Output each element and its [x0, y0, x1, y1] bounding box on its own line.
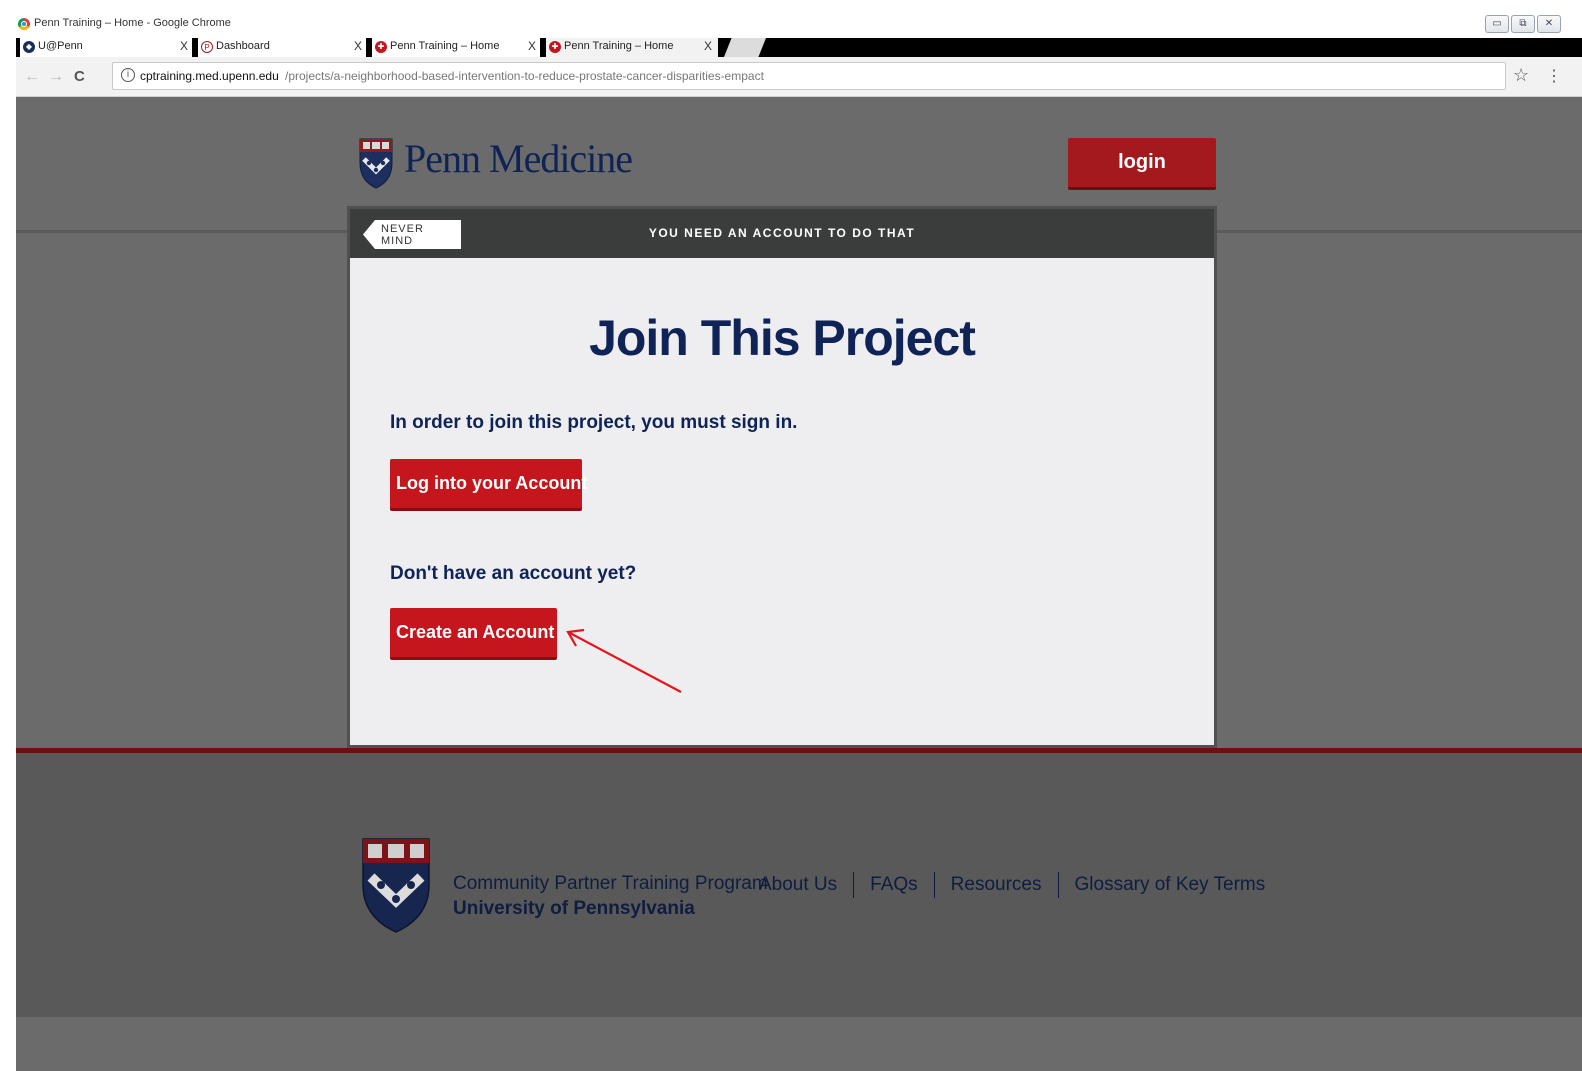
- tab-strip: ◆ U@Penn X P Dashboard X ✚ Penn Training…: [16, 38, 1582, 57]
- footer-separator: [853, 872, 855, 898]
- reload-icon[interactable]: C: [74, 68, 85, 85]
- create-account-button[interactable]: Create an Account: [390, 608, 557, 660]
- tab-label: Penn Training – Home: [564, 40, 674, 52]
- window-title: Penn Training – Home - Google Chrome: [34, 17, 231, 29]
- modal-header-text: YOU NEED AN ACCOUNT TO DO THAT: [648, 226, 916, 240]
- bookmark-star-icon[interactable]: ☆: [1513, 65, 1529, 86]
- penn-shield-logo-icon: [359, 138, 393, 189]
- join-project-modal: NEVER MIND YOU NEED AN ACCOUNT TO DO THA…: [350, 209, 1214, 745]
- tab-close-icon[interactable]: X: [180, 38, 188, 55]
- new-tab-button[interactable]: [724, 38, 766, 57]
- p-logo-icon: P: [201, 41, 213, 53]
- footer: Community Partner Training Program Unive…: [16, 753, 1582, 1017]
- tab-close-icon[interactable]: X: [704, 38, 712, 55]
- footer-separator: [1057, 872, 1059, 898]
- tab-u-at-penn[interactable]: ◆ U@Penn X: [20, 38, 192, 57]
- browser-toolbar: ← → C i cptraining.med.upenn.edu /projec…: [16, 57, 1582, 97]
- tab-label: Penn Training – Home: [390, 40, 500, 52]
- url-domain: cptraining.med.upenn.edu: [140, 69, 279, 83]
- page-viewport: Penn Medicine login NEVER MIND YOU NEED …: [16, 97, 1582, 1071]
- penn-globe-icon: ✚: [375, 41, 387, 53]
- back-arrow-icon[interactable]: ←: [24, 68, 40, 86]
- footer-link-resources[interactable]: Resources: [951, 874, 1042, 896]
- footer-link-about-us[interactable]: About Us: [759, 874, 837, 896]
- penn-medicine-wordmark[interactable]: Penn Medicine: [404, 135, 633, 182]
- maximize-button[interactable]: ⧉: [1511, 15, 1535, 33]
- penn-shield-icon: ◆: [23, 41, 35, 53]
- footer-separator: [933, 872, 935, 898]
- forward-arrow-icon[interactable]: →: [48, 68, 64, 86]
- footer-bottom-band: [16, 1017, 1582, 1071]
- university-shield-icon: [362, 838, 430, 933]
- university-name: University of Pennsylvania: [453, 898, 695, 919]
- login-button[interactable]: login: [1068, 138, 1216, 190]
- close-window-button[interactable]: ✕: [1537, 15, 1561, 33]
- penn-globe-icon: ✚: [549, 41, 561, 53]
- sign-in-instruction: In order to join this project, you must …: [390, 412, 798, 433]
- red-arrow-annotation-icon: [566, 628, 682, 693]
- footer-link-glossary[interactable]: Glossary of Key Terms: [1075, 874, 1266, 896]
- tab-label: Dashboard: [216, 40, 270, 52]
- program-name: Community Partner Training Program: [453, 873, 768, 894]
- tab-penn-training-home[interactable]: ✚ Penn Training – Home X: [372, 38, 540, 57]
- url-path: /projects/a-neighborhood-based-intervent…: [285, 69, 764, 83]
- footer-nav: About Us FAQs Resources Glossary of Key …: [759, 872, 1265, 898]
- window-titlebar: Penn Training – Home - Google Chrome ▭ ⧉…: [0, 0, 1582, 38]
- tab-penn-training-home-active[interactable]: ✚ Penn Training – Home X: [546, 38, 718, 57]
- address-bar[interactable]: i cptraining.med.upenn.edu /projects/a-n…: [112, 62, 1506, 90]
- minimize-button[interactable]: ▭: [1485, 15, 1509, 33]
- no-account-prompt: Don't have an account yet?: [390, 563, 637, 584]
- chrome-logo-icon: [18, 18, 30, 30]
- menu-dots-icon[interactable]: ⋮: [1546, 66, 1562, 86]
- tab-dashboard[interactable]: P Dashboard X: [198, 38, 366, 57]
- modal-title: Join This Project: [589, 310, 976, 366]
- log-into-account-button[interactable]: Log into your Account: [390, 459, 587, 511]
- modal-header: NEVER MIND YOU NEED AN ACCOUNT TO DO THA…: [350, 209, 1214, 258]
- info-icon[interactable]: i: [121, 68, 135, 82]
- tab-close-icon[interactable]: X: [528, 38, 536, 55]
- tab-close-icon[interactable]: X: [354, 38, 362, 55]
- footer-link-faqs[interactable]: FAQs: [870, 874, 918, 896]
- tab-label: U@Penn: [38, 40, 83, 52]
